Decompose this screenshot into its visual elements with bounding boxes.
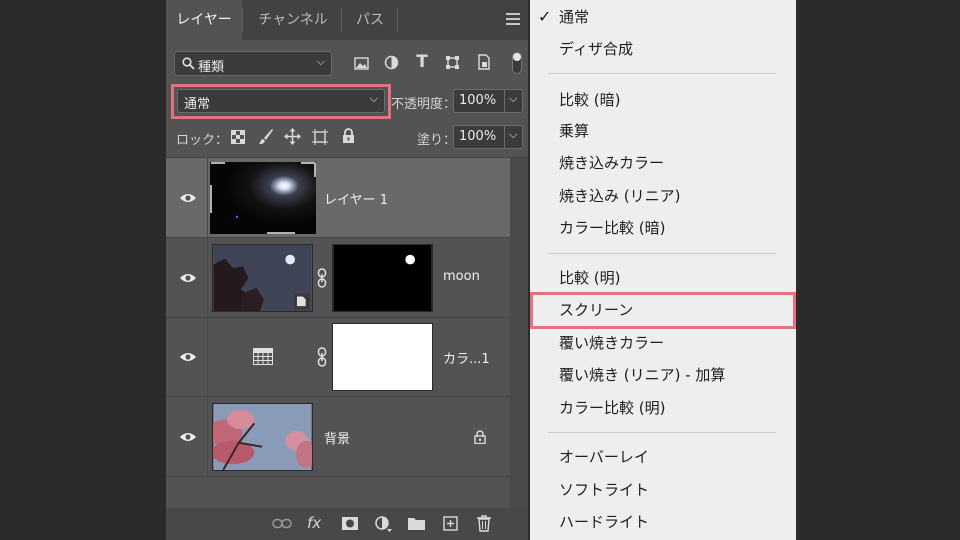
chevron-down-icon: ⌵ — [316, 55, 325, 68]
delete-layer-trash-icon[interactable] — [477, 515, 491, 532]
layer-name[interactable]: 背景 — [324, 428, 350, 447]
lock-all-icon[interactable] — [342, 128, 355, 144]
add-mask-icon[interactable] — [342, 517, 358, 530]
image-filter-icon[interactable] — [354, 57, 369, 70]
layer-thumbnail-layer1 — [210, 162, 316, 234]
panel-tab-bar: レイヤー チャンネル パス — [166, 0, 528, 40]
panel-menu-icon[interactable] — [506, 13, 520, 25]
blend-item-hard-light[interactable]: ハードライト — [559, 512, 649, 532]
blend-item-soft-light[interactable]: ソフトライト — [559, 480, 649, 500]
mask-link-chain-icon[interactable] — [317, 347, 327, 367]
menu-separator — [548, 432, 776, 433]
layers-bottom-toolbar: fx — [166, 508, 528, 540]
visibility-eye-icon[interactable] — [180, 193, 196, 203]
filter-toggle[interactable] — [512, 52, 522, 74]
blend-mode-value: 通常 — [184, 97, 211, 112]
shape-filter-icon[interactable] — [445, 55, 460, 70]
tab-divider — [341, 8, 342, 32]
blend-item-lighter-color[interactable]: カラー比較 (明) — [559, 398, 665, 418]
layer-name[interactable]: moon — [443, 269, 480, 284]
fill-value: 100% — [459, 129, 497, 144]
opacity-label: 不透明度： — [391, 97, 457, 112]
visibility-eye-icon[interactable] — [180, 352, 196, 362]
blend-item-color-dodge[interactable]: 覆い焼きカラー — [559, 333, 664, 353]
smart-object-filter-icon[interactable] — [477, 54, 491, 70]
layer-row-background[interactable]: 背景 — [166, 397, 510, 477]
layer-thumbnail-moon — [212, 244, 313, 312]
blend-item-normal[interactable]: 通常 — [559, 7, 589, 27]
blend-item-linear-dodge-add[interactable]: 覆い焼き (リニア) - 加算 — [559, 365, 725, 385]
blend-item-overlay[interactable]: オーバーレイ — [559, 447, 649, 467]
blend-item-darken[interactable]: 比較 (暗) — [559, 90, 620, 110]
add-layer-style-fx-icon[interactable]: fx — [307, 514, 321, 532]
layer-mask-thumbnail-adjustment — [332, 323, 433, 391]
blend-item-color-burn[interactable]: 焼き込みカラー — [559, 153, 664, 173]
lock-artboard-icon[interactable] — [312, 129, 328, 145]
fill-label: 塗り： — [417, 133, 457, 148]
tab-divider — [397, 8, 398, 32]
chevron-down-icon: ⌵ — [509, 92, 518, 105]
checkmark-icon: ✓ — [538, 7, 552, 26]
layers-panel: レイヤー チャンネル パス 種類 ⌵ T 通常 ⌵ 不透明度： 100% ⌵ ロ… — [166, 0, 528, 540]
filter-kind-select[interactable]: 種類 ⌵ — [174, 51, 332, 76]
blend-item-linear-burn[interactable]: 焼き込み (リニア) — [559, 186, 680, 206]
tab-layers[interactable]: レイヤー — [166, 0, 242, 40]
lock-label: ロック： — [176, 133, 229, 148]
filter-kind-label: 種類 — [198, 60, 225, 75]
layer-mask-thumbnail-moon — [332, 244, 433, 312]
opacity-input[interactable]: 100% ⌵ — [453, 89, 523, 113]
visibility-eye-icon[interactable] — [180, 432, 196, 442]
chevron-down-icon: ⌵ — [509, 128, 518, 141]
layer-row-adjustment[interactable]: カラ...1 — [166, 318, 510, 397]
chevron-down-icon: ⌵ — [369, 92, 378, 105]
visibility-eye-icon[interactable] — [180, 273, 196, 283]
lock-image-pixels-brush-icon[interactable] — [258, 128, 274, 145]
layer-row-layer1[interactable]: レイヤー 1 — [166, 158, 510, 238]
tab-paths[interactable]: パス — [344, 0, 396, 40]
blend-item-dissolve[interactable]: ディザ合成 — [559, 39, 633, 59]
layer-name[interactable]: レイヤー 1 — [324, 189, 388, 208]
new-group-folder-icon[interactable] — [408, 517, 425, 530]
blend-mode-select[interactable]: 通常 ⌵ — [177, 89, 385, 113]
menu-separator — [548, 73, 776, 74]
layer-row-moon[interactable]: moon — [166, 238, 510, 318]
adjustment-filter-icon[interactable] — [384, 55, 399, 70]
color-lookup-grid-icon — [253, 348, 273, 365]
new-layer-icon[interactable] — [443, 516, 458, 531]
tab-divider — [242, 8, 243, 32]
blend-item-screen[interactable]: スクリーン — [559, 300, 633, 320]
blend-item-darker-color[interactable]: カラー比較 (暗) — [559, 218, 665, 238]
layer-name[interactable]: カラ...1 — [443, 348, 490, 367]
search-icon — [182, 57, 195, 70]
lock-transparent-pixels-icon[interactable] — [231, 130, 245, 144]
blend-item-lighten[interactable]: 比較 (明) — [559, 268, 620, 288]
mask-link-chain-icon[interactable] — [317, 268, 327, 288]
blend-mode-menu: ✓ 通常 ディザ合成 比較 (暗) 乗算 焼き込みカラー 焼き込み (リニア) … — [530, 0, 796, 540]
fill-input[interactable]: 100% ⌵ — [453, 125, 523, 149]
blend-item-multiply[interactable]: 乗算 — [559, 121, 589, 141]
type-filter-icon[interactable]: T — [413, 52, 431, 72]
menu-separator — [548, 253, 776, 254]
layer-thumbnail-background — [212, 403, 313, 471]
tab-channels[interactable]: チャンネル — [246, 0, 340, 40]
opacity-value: 100% — [459, 93, 497, 108]
layers-scrollbar[interactable] — [510, 158, 528, 508]
layer-lock-icon[interactable] — [474, 430, 486, 444]
new-adjustment-layer-icon[interactable] — [375, 516, 392, 533]
lock-position-move-icon[interactable] — [284, 128, 301, 145]
link-layers-icon[interactable] — [272, 518, 292, 529]
